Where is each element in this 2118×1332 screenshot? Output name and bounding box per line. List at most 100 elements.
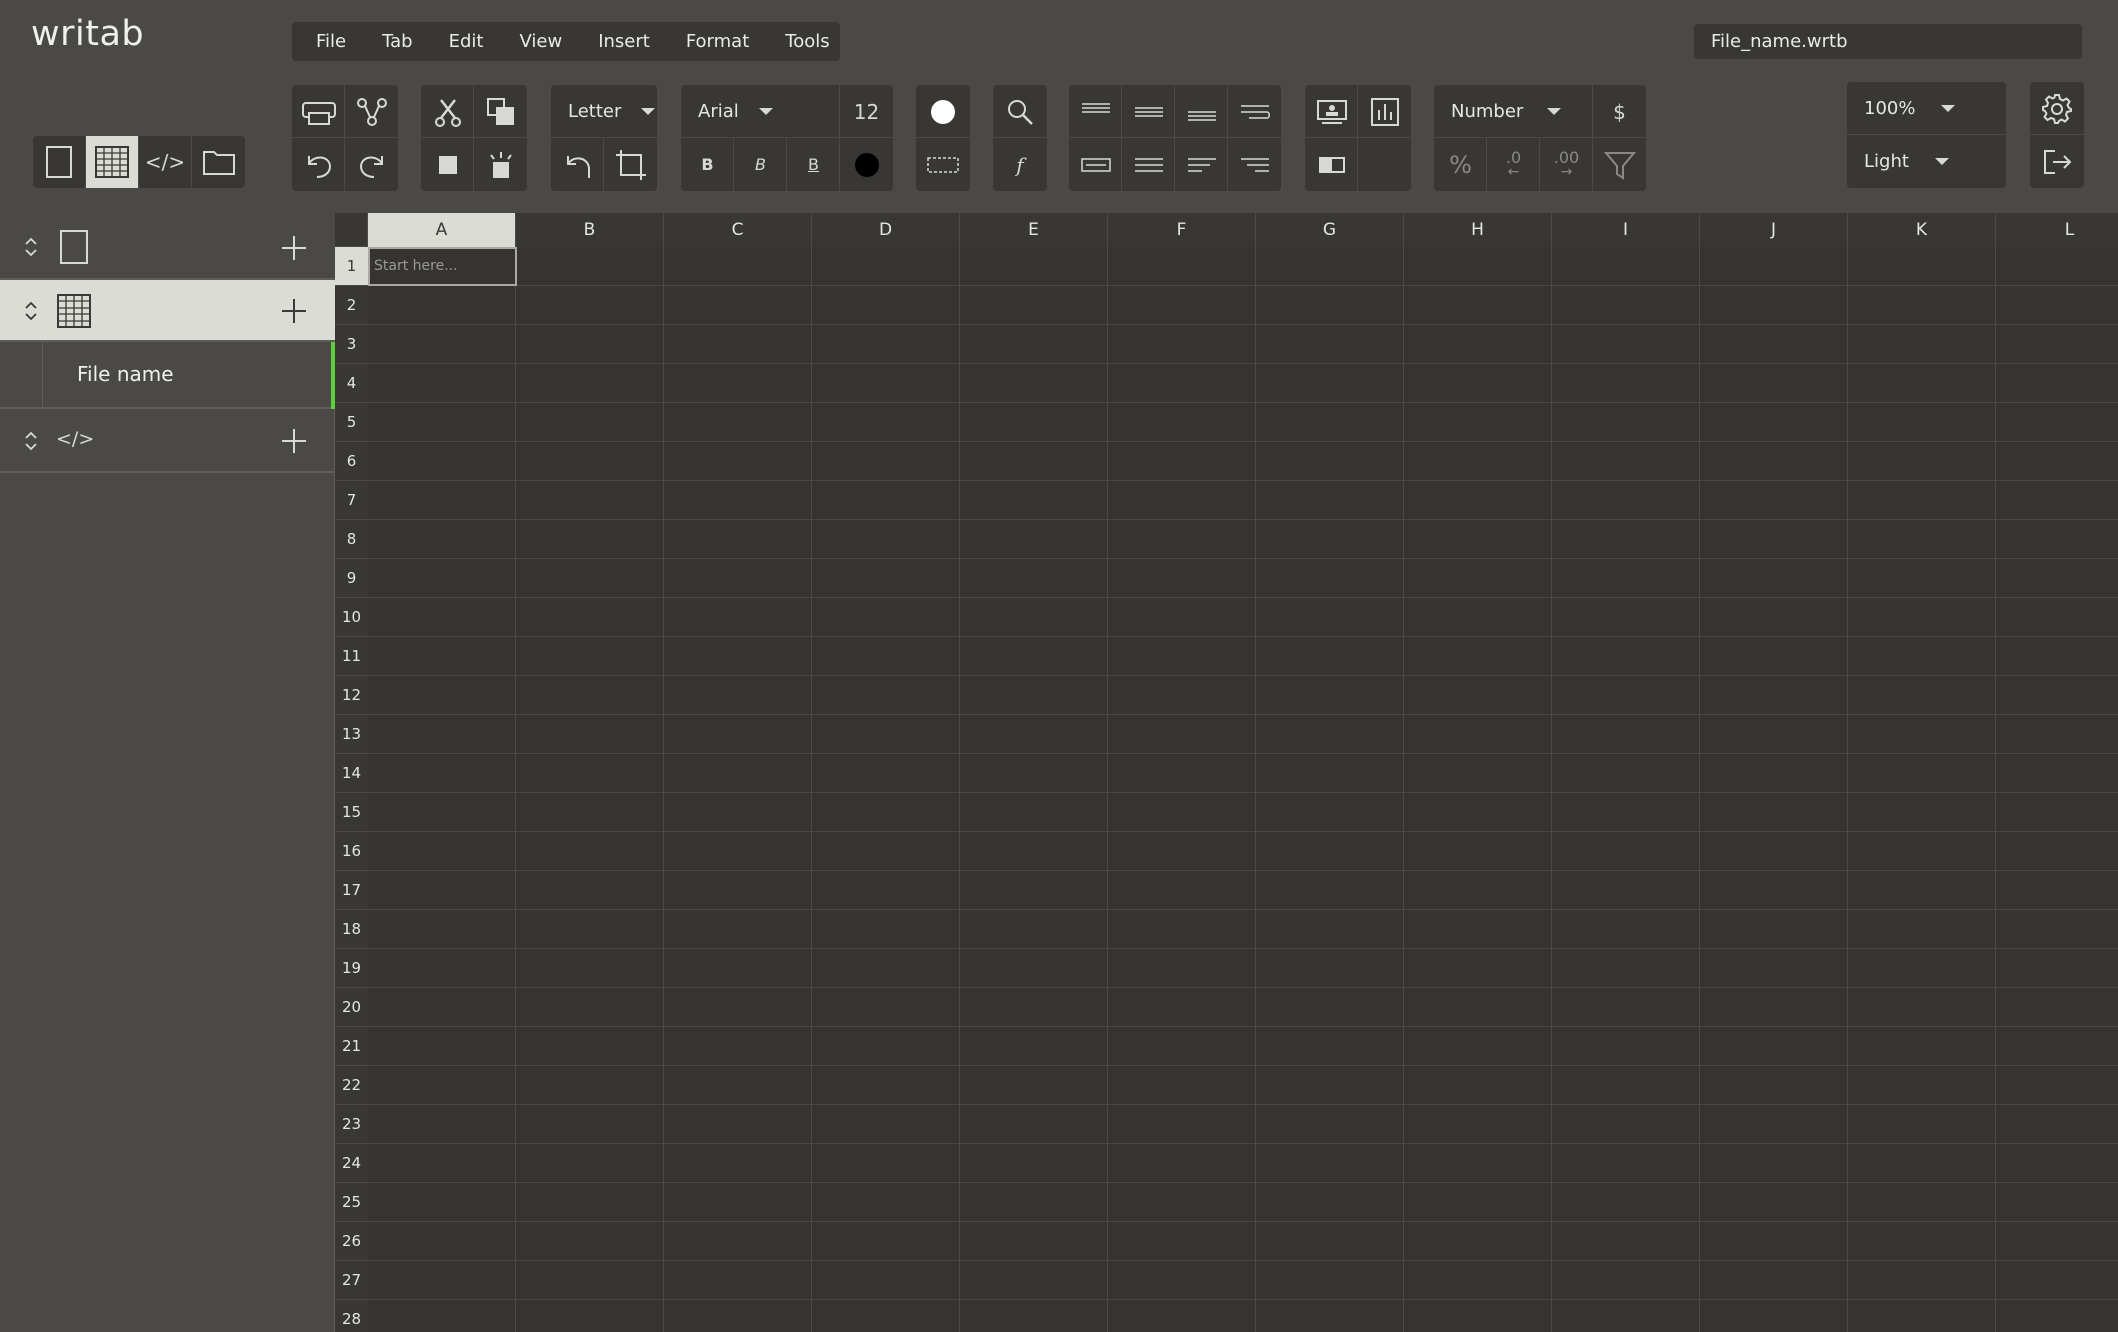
column-header[interactable]: H xyxy=(1404,213,1552,247)
row-header[interactable]: 4 xyxy=(335,364,368,403)
fill-color-button[interactable] xyxy=(916,85,970,138)
increase-decimals-button[interactable]: .00 → xyxy=(1540,138,1593,191)
exit-button[interactable] xyxy=(2030,135,2084,188)
copy-button[interactable] xyxy=(474,85,527,138)
row-header[interactable]: 22 xyxy=(335,1066,368,1105)
menu-format[interactable]: Format xyxy=(686,31,749,52)
clear-format-button[interactable] xyxy=(474,138,527,191)
column-header[interactable]: K xyxy=(1848,213,1996,247)
row-header[interactable]: 17 xyxy=(335,871,368,910)
row-header[interactable]: 3 xyxy=(335,325,368,364)
share-button[interactable] xyxy=(345,85,398,138)
insert-component-button[interactable] xyxy=(1305,138,1358,191)
function-button[interactable]: f xyxy=(993,138,1047,191)
row-header[interactable]: 26 xyxy=(335,1222,368,1261)
bold-button[interactable]: B xyxy=(681,138,734,191)
menu-insert[interactable]: Insert xyxy=(598,31,650,52)
sidebar-section-sheets[interactable] xyxy=(0,280,335,342)
insert-chart-button[interactable] xyxy=(1358,85,1411,138)
row-header[interactable]: 12 xyxy=(335,676,368,715)
column-header[interactable]: B xyxy=(516,213,664,247)
underline-button[interactable]: B xyxy=(787,138,840,191)
text-color-button[interactable] xyxy=(840,138,893,191)
code-view-button[interactable]: </> xyxy=(139,136,191,188)
menu-file[interactable]: File xyxy=(316,31,346,52)
undo-button[interactable] xyxy=(292,138,345,191)
valign-bottom-button[interactable] xyxy=(1175,85,1228,138)
row-header[interactable]: 9 xyxy=(335,559,368,598)
row-header[interactable]: 21 xyxy=(335,1027,368,1066)
row-header[interactable]: 13 xyxy=(335,715,368,754)
menu-tools[interactable]: Tools xyxy=(785,31,829,52)
active-cell[interactable]: Start here... xyxy=(368,247,517,286)
add-icon[interactable] xyxy=(281,298,307,324)
column-header[interactable]: D xyxy=(812,213,960,247)
menu-edit[interactable]: Edit xyxy=(449,31,484,52)
sidebar-section-code[interactable]: </> xyxy=(0,409,335,473)
row-header[interactable]: 27 xyxy=(335,1261,368,1300)
borders-button[interactable] xyxy=(916,138,970,191)
font-family-dropdown[interactable]: Arial xyxy=(681,85,839,138)
row-header[interactable]: 14 xyxy=(335,754,368,793)
folder-button[interactable] xyxy=(192,136,245,188)
sheet-view-button[interactable] xyxy=(86,136,138,188)
row-header[interactable]: 8 xyxy=(335,520,368,559)
search-button[interactable] xyxy=(993,85,1047,138)
add-icon[interactable] xyxy=(281,428,307,454)
row-header[interactable]: 16 xyxy=(335,832,368,871)
spreadsheet[interactable]: ABCDEFGHIJKL 1 2 3 4 5 6 7 8 9 10 11 12 13 14 15 16 17 18… xyxy=(335,213,2118,1332)
row-header[interactable]: 19 xyxy=(335,949,368,988)
percent-button[interactable]: % xyxy=(1434,138,1487,191)
filter-button[interactable] xyxy=(1593,138,1646,191)
italic-button[interactable]: B xyxy=(734,138,787,191)
insert-image-button[interactable] xyxy=(1305,85,1358,138)
row-header[interactable]: 6 xyxy=(335,442,368,481)
cut-button[interactable] xyxy=(421,85,474,138)
sidebar-section-pages[interactable] xyxy=(0,213,335,280)
column-header[interactable]: L xyxy=(1996,213,2118,247)
currency-button[interactable]: $ xyxy=(1593,85,1646,138)
valign-middle-button[interactable] xyxy=(1122,85,1175,138)
wrap-text-button[interactable] xyxy=(1228,85,1281,138)
row-header[interactable]: 10 xyxy=(335,598,368,637)
font-size-field[interactable]: 12 xyxy=(840,85,893,138)
print-button[interactable] xyxy=(292,85,345,138)
insert-empty-button[interactable] xyxy=(1358,138,1411,191)
add-icon[interactable] xyxy=(281,235,307,261)
sidebar-item-file[interactable]: File name xyxy=(0,342,335,409)
zoom-dropdown[interactable]: 100% xyxy=(1847,82,2006,135)
expand-collapse-icon[interactable] xyxy=(24,431,38,451)
row-header[interactable]: 28 xyxy=(335,1300,368,1332)
column-header[interactable]: A xyxy=(368,213,516,247)
column-header[interactable]: E xyxy=(960,213,1108,247)
column-header[interactable]: J xyxy=(1700,213,1848,247)
row-header[interactable]: 7 xyxy=(335,481,368,520)
expand-collapse-icon[interactable] xyxy=(24,237,38,257)
row-header[interactable]: 24 xyxy=(335,1144,368,1183)
row-header[interactable]: 11 xyxy=(335,637,368,676)
column-header[interactable]: I xyxy=(1552,213,1700,247)
theme-dropdown[interactable]: Light xyxy=(1847,135,2006,188)
column-header[interactable]: C xyxy=(664,213,812,247)
paste-button[interactable] xyxy=(421,138,474,191)
menu-tab[interactable]: Tab xyxy=(382,31,412,52)
menu-view[interactable]: View xyxy=(519,31,562,52)
row-header[interactable]: 23 xyxy=(335,1105,368,1144)
crop-button[interactable] xyxy=(604,138,657,191)
align-justify-button[interactable] xyxy=(1122,138,1175,191)
row-header[interactable]: 20 xyxy=(335,988,368,1027)
orientation-button[interactable] xyxy=(551,138,604,191)
row-header[interactable]: 15 xyxy=(335,793,368,832)
align-right-button[interactable] xyxy=(1228,138,1281,191)
row-header[interactable]: 2 xyxy=(335,286,368,325)
settings-button[interactable] xyxy=(2030,82,2084,135)
row-header[interactable]: 5 xyxy=(335,403,368,442)
decrease-decimals-button[interactable]: .0 ← xyxy=(1487,138,1540,191)
merge-cells-button[interactable] xyxy=(1069,138,1122,191)
align-left-button[interactable] xyxy=(1175,138,1228,191)
page-view-button[interactable] xyxy=(33,136,85,188)
page-size-dropdown[interactable]: Letter xyxy=(551,85,657,138)
number-format-dropdown[interactable]: Number xyxy=(1434,85,1592,138)
redo-button[interactable] xyxy=(345,138,398,191)
row-header[interactable]: 25 xyxy=(335,1183,368,1222)
